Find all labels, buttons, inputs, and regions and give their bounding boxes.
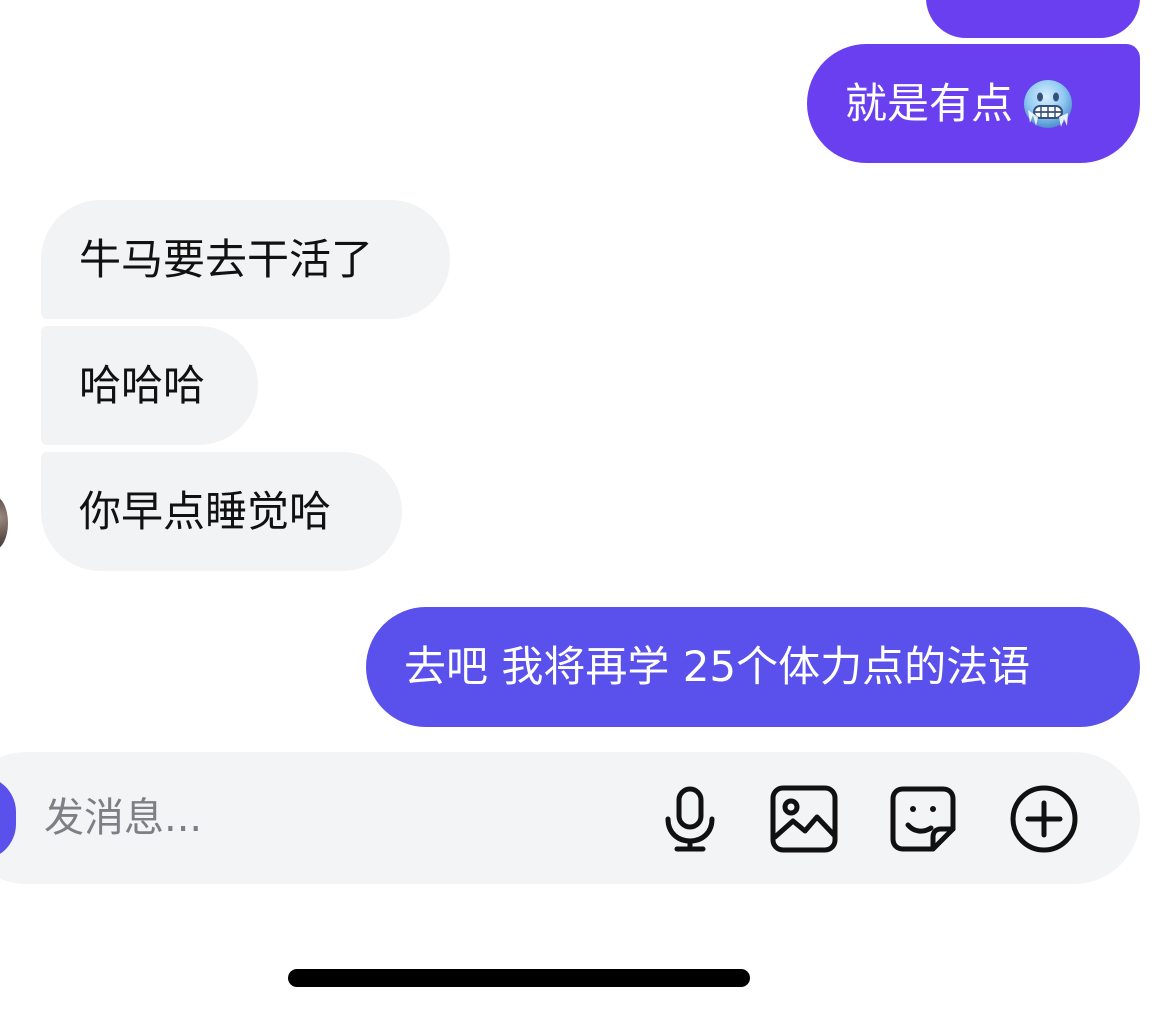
message-text: 去吧 我将再学 25个体力点的法语 — [404, 642, 1031, 691]
image-icon[interactable] — [768, 783, 840, 855]
plus-circle-icon[interactable] — [1008, 783, 1080, 855]
message-text: 你早点睡觉哈 — [79, 486, 332, 536]
message-bubble-outgoing[interactable]: 去吧 我将再学 25个体力点的法语 — [366, 607, 1140, 727]
message-bubble-outgoing[interactable]: 就是有点 — [807, 44, 1140, 163]
message-bubble-incoming[interactable]: 哈哈哈 — [41, 326, 258, 445]
contact-avatar[interactable] — [0, 496, 8, 550]
microphone-icon[interactable] — [654, 783, 726, 855]
message-bubble-incoming[interactable]: 牛马要去干活了 — [41, 200, 450, 319]
home-indicator — [288, 969, 750, 987]
message-bubble-incoming[interactable]: 你早点睡觉哈 — [41, 452, 402, 571]
message-text: 哈哈哈 — [79, 360, 206, 410]
freezing-face-icon — [1021, 77, 1075, 131]
sticker-icon[interactable] — [887, 783, 959, 855]
message-bubble-outgoing[interactable] — [926, 0, 1140, 38]
message-input[interactable]: 发消息... — [44, 786, 564, 850]
message-text: 就是有点 — [845, 78, 1014, 128]
message-text: 牛马要去干活了 — [79, 234, 374, 284]
